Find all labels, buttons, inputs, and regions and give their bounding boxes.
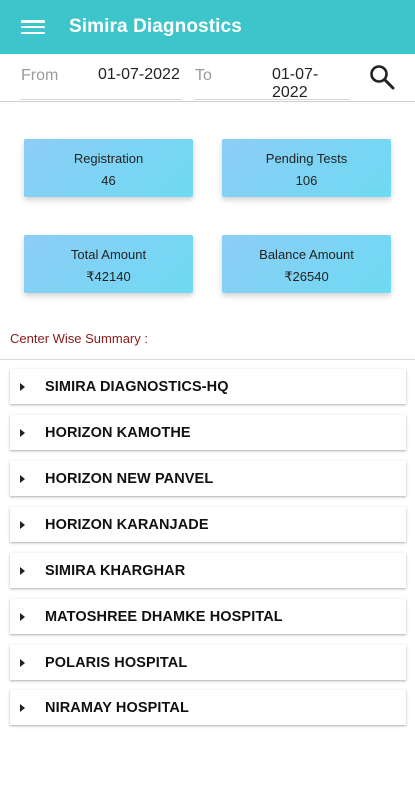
pending-tests-value: 106 — [295, 173, 318, 188]
app-title: Simira Diagnostics — [69, 16, 242, 37]
caret-right-icon — [20, 612, 25, 621]
search-icon[interactable] — [368, 63, 396, 91]
caret-right-icon — [20, 658, 25, 667]
center-item[interactable]: HORIZON KARANJADE — [10, 507, 406, 542]
to-label: To — [195, 67, 212, 84]
center-name: NIRAMAY HOSPITAL — [45, 699, 189, 716]
divider — [0, 359, 415, 360]
balance-amount-label: Balance Amount — [259, 247, 354, 262]
center-item[interactable]: SIMIRA KHARGHAR — [10, 553, 406, 588]
center-name: SIMIRA KHARGHAR — [45, 562, 186, 579]
caret-right-icon — [20, 428, 25, 437]
total-amount-card: Total Amount ₹42140 — [24, 235, 193, 293]
center-name: HORIZON NEW PANVEL — [45, 470, 214, 487]
menu-line — [21, 25, 45, 29]
date-filter-bar: From 01-07-2022 To 01-07-2022 — [0, 54, 415, 102]
center-item[interactable]: MATOSHREE DHAMKE HOSPITAL — [10, 599, 406, 634]
app-bar: Simira Diagnostics — [0, 0, 415, 54]
from-label: From — [21, 67, 59, 84]
balance-amount-value: ₹26540 — [284, 269, 329, 284]
center-name: MATOSHREE DHAMKE HOSPITAL — [45, 608, 283, 625]
center-summary-title: Center Wise Summary : — [10, 331, 148, 346]
caret-right-icon — [20, 520, 25, 529]
registration-card: Registration 46 — [24, 139, 193, 197]
center-item[interactable]: SIMIRA DIAGNOSTICS-HQ — [10, 369, 406, 404]
menu-line — [21, 31, 45, 34]
from-date-value[interactable]: 01-07-2022 — [98, 66, 180, 84]
pending-tests-label: Pending Tests — [265, 151, 348, 166]
to-date-field[interactable]: To 01-07-2022 — [194, 54, 350, 102]
from-date-field[interactable]: From 01-07-2022 — [20, 54, 182, 100]
caret-right-icon — [20, 382, 25, 391]
registration-label: Registration — [73, 151, 144, 166]
center-item[interactable]: HORIZON KAMOTHE — [10, 415, 406, 450]
center-item[interactable]: POLARIS HOSPITAL — [10, 645, 406, 680]
total-amount-label: Total Amount — [70, 247, 147, 262]
center-item[interactable]: HORIZON NEW PANVEL — [10, 461, 406, 496]
caret-right-icon — [20, 703, 25, 712]
caret-right-icon — [20, 566, 25, 575]
hamburger-menu-icon[interactable] — [21, 18, 45, 36]
total-amount-value: ₹42140 — [86, 269, 131, 284]
pending-tests-card: Pending Tests 106 — [222, 139, 391, 197]
registration-value: 46 — [101, 173, 116, 188]
caret-right-icon — [20, 474, 25, 483]
center-name: POLARIS HOSPITAL — [45, 654, 188, 671]
center-item[interactable]: NIRAMAY HOSPITAL — [10, 690, 406, 725]
balance-amount-card: Balance Amount ₹26540 — [222, 235, 391, 293]
center-name: HORIZON KAMOTHE — [45, 424, 191, 441]
center-name: SIMIRA DIAGNOSTICS-HQ — [45, 378, 229, 395]
to-date-value[interactable]: 01-07-2022 — [272, 66, 350, 102]
center-name: HORIZON KARANJADE — [45, 516, 209, 533]
menu-line — [21, 20, 45, 23]
